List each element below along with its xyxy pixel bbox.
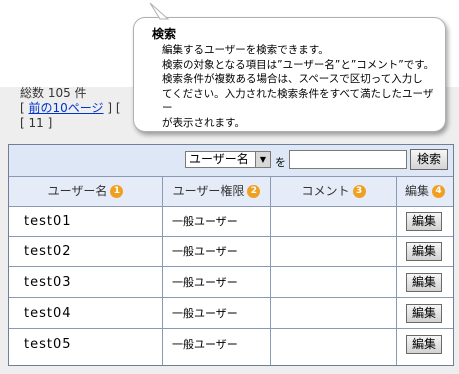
edit-button[interactable]: 編集 bbox=[406, 335, 442, 354]
badge-4: 4 bbox=[432, 185, 445, 198]
edit-button[interactable]: 編集 bbox=[406, 304, 442, 323]
table-body: test01 一般ユーザー 編集 test02 一般ユーザー 編集 test03… bbox=[9, 207, 453, 365]
tooltip-line: 検索条件が複数ある場合は、スペースで区切って入力し bbox=[162, 73, 423, 85]
cell-username: test03 bbox=[24, 275, 72, 290]
cell-permission: 一般ユーザー bbox=[172, 215, 238, 228]
user-table: ユーザー名 ▼ を 検索 ユーザー名 1 ユーザー権限 2 コメント 3 編集 4 te… bbox=[8, 144, 454, 366]
tooltip-line: が表示されます。 bbox=[162, 116, 245, 129]
cell-username: test02 bbox=[24, 244, 72, 259]
cell-username: test05 bbox=[24, 337, 72, 352]
edit-button[interactable]: 編集 bbox=[406, 212, 442, 231]
edit-button[interactable]: 編集 bbox=[406, 242, 442, 261]
search-button[interactable]: 検索 bbox=[410, 149, 448, 170]
cell-username: test01 bbox=[24, 214, 72, 229]
tooltip-line: 編集するユーザーを検索できます。 bbox=[162, 44, 329, 56]
total-count: 総数 105 件 bbox=[20, 86, 87, 100]
cell-username: test04 bbox=[24, 306, 72, 321]
column-header-edit: 編集 4 bbox=[397, 177, 453, 206]
chevron-down-icon: ▼ bbox=[255, 152, 270, 167]
cell-permission: 一般ユーザー bbox=[172, 338, 238, 351]
tooltip-line: てください。入力された検索条件をすべて満たしたユーザー bbox=[162, 87, 434, 115]
table-row: test04 一般ユーザー 編集 bbox=[9, 299, 453, 329]
cell-permission: 一般ユーザー bbox=[172, 245, 238, 258]
column-header-comment[interactable]: コメント 3 bbox=[271, 177, 396, 206]
column-header-username[interactable]: ユーザー名 1 bbox=[9, 177, 162, 206]
current-page: [ 11 ] bbox=[20, 116, 53, 130]
cell-permission: 一般ユーザー bbox=[172, 276, 238, 289]
badge-2: 2 bbox=[247, 185, 261, 198]
search-particle: を bbox=[275, 156, 286, 169]
table-row: test03 一般ユーザー 編集 bbox=[9, 268, 453, 298]
pagination: [ 前の10ページ ] [ bbox=[20, 101, 121, 115]
table-header: ユーザー名 1 ユーザー権限 2 コメント 3 編集 4 bbox=[9, 177, 453, 207]
help-tooltip: 検索 編集するユーザーを検索できます。 検索の対象となる項目は”ユーザー名”と”… bbox=[133, 17, 446, 132]
badge-3: 3 bbox=[352, 185, 366, 198]
search-bar: ユーザー名 ▼ を 検索 bbox=[9, 145, 453, 177]
search-field-select[interactable]: ユーザー名 ▼ bbox=[185, 151, 271, 168]
edit-button[interactable]: 編集 bbox=[406, 273, 442, 292]
badge-1: 1 bbox=[110, 185, 124, 198]
tooltip-body: 編集するユーザーを検索できます。 検索の対象となる項目は”ユーザー名”と”コメン… bbox=[162, 43, 442, 130]
column-header-permission[interactable]: ユーザー権限 2 bbox=[163, 177, 270, 206]
tooltip-title: 検索 bbox=[152, 27, 177, 41]
tooltip-line: 検索の対象となる項目は”ユーザー名”と”コメント”です。 bbox=[162, 58, 435, 71]
table-row: test02 一般ユーザー 編集 bbox=[9, 237, 453, 267]
table-row: test01 一般ユーザー 編集 bbox=[9, 207, 453, 237]
result-summary: 総数 105 件 [ 前の10ページ ] [ [ 11 ] bbox=[20, 86, 121, 131]
search-input[interactable] bbox=[289, 150, 407, 169]
cell-permission: 一般ユーザー bbox=[172, 307, 238, 320]
tooltip-tail bbox=[149, 2, 170, 20]
table-row: test05 一般ユーザー 編集 bbox=[9, 330, 453, 359]
prev-10-pages-link[interactable]: 前の10ページ bbox=[29, 101, 104, 115]
